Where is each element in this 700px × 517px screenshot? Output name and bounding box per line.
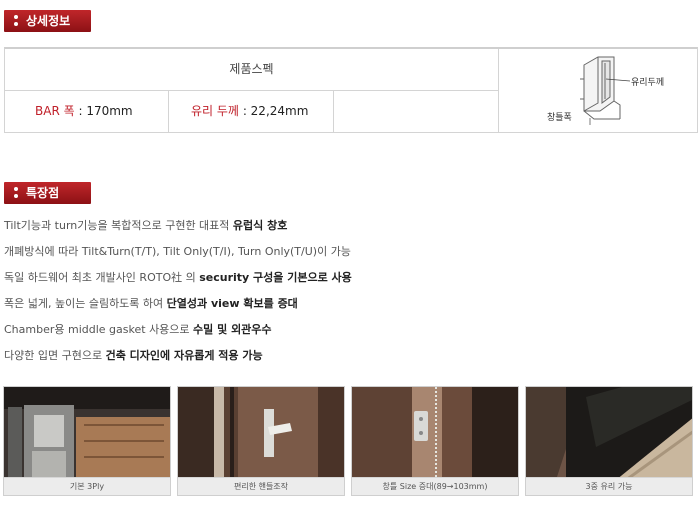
photo-caption: 3중 유리 가능: [526, 477, 692, 495]
bullet-icon: [14, 187, 19, 199]
feature-item: 독일 하드웨어 최초 개발사인 ROTO社 의 security 구성을 기본으…: [4, 271, 352, 284]
feature-item: Tilt기능과 turn기능을 복합적으로 구현한 대표적 유럽식 창호: [4, 219, 288, 232]
divider: [168, 91, 169, 133]
bullet-icon: [14, 15, 19, 27]
spec-bar-value: 170mm: [86, 104, 133, 118]
triple-glass-image: [526, 387, 692, 480]
spec-glass-value: 22,24mm: [250, 104, 309, 118]
frame-size-image: [352, 387, 518, 480]
section-tag-detail: 상세정보: [4, 10, 91, 32]
feature-item: 개폐방식에 따라 Tilt&Turn(T/T), Tilt Only(T/I),…: [4, 245, 351, 258]
diagram-frame-label: 창틀폭: [547, 112, 572, 123]
spec-header: 제품스펙: [5, 49, 498, 91]
spec-bar-label: BAR 폭: [35, 104, 75, 118]
divider: [333, 91, 334, 133]
feature-item: 다양한 입면 구현으로 건축 디자인에 자유롭게 적용 가능: [4, 349, 263, 362]
spec-table: 제품스펙 BAR 폭 : 170mm 유리 두께 : 22,24mm 유리두께: [4, 47, 698, 133]
feature-item: Chamber용 middle gasket 사용으로 수밀 및 외관우수: [4, 323, 272, 336]
photo-caption: 창틀 Size 증대(89→103mm): [352, 477, 518, 495]
profile-diagram: 유리두께 창틀폭: [502, 49, 697, 132]
diagram-glass-label: 유리두께: [631, 77, 664, 88]
window-handle-image: [178, 387, 344, 480]
spec-glass-label: 유리 두께: [191, 104, 239, 118]
profile-cross-section-image: [4, 387, 170, 480]
section-title-features: 특장점: [26, 186, 60, 200]
photo-card: 3중 유리 가능: [525, 386, 693, 496]
photo-card: 창틀 Size 증대(89→103mm): [351, 386, 519, 496]
spec-glass-thickness: 유리 두께 : 22,24mm: [191, 104, 309, 118]
window-profile-icon: 유리두께 창틀폭: [547, 56, 664, 125]
spec-bar-width: BAR 폭 : 170mm: [35, 104, 133, 118]
photo-card: 편리한 핸들조작: [177, 386, 345, 496]
photo-card: 기본 3Ply: [3, 386, 171, 496]
divider: [498, 49, 499, 133]
feature-item: 폭은 넓게, 높이는 슬림하도록 하여 단열성과 view 확보를 증대: [4, 297, 298, 310]
feature-list: Tilt기능과 turn기능을 복합적으로 구현한 대표적 유럽식 창호 개폐방…: [4, 213, 352, 369]
photo-caption: 편리한 핸들조작: [178, 477, 344, 495]
section-title-detail: 상세정보: [26, 14, 71, 28]
photo-caption: 기본 3Ply: [4, 477, 170, 495]
section-tag-features: 특장점: [4, 182, 91, 204]
